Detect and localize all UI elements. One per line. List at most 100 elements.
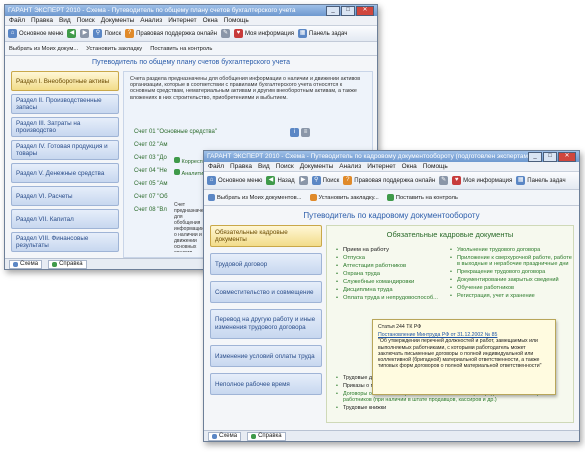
- section-button[interactable]: Обязательные кадровые документы: [210, 225, 322, 247]
- front-guide-title: Путеводитель по кадровому документооборо…: [303, 211, 480, 220]
- menu-file[interactable]: Файл: [208, 163, 224, 170]
- home-icon: ⌂: [8, 29, 17, 38]
- menu-view[interactable]: Вид: [258, 163, 270, 170]
- maximize-button[interactable]: □: [543, 151, 557, 162]
- info-icon[interactable]: i: [290, 128, 299, 137]
- doc-link[interactable]: Аттестация работников: [336, 262, 443, 270]
- docs-icon[interactable]: ≡: [301, 128, 310, 137]
- tooltip-head: Статья 244 ТК РФ: [378, 324, 422, 330]
- section-button[interactable]: Раздел II. Производственные запасы: [11, 94, 119, 114]
- my-info-button[interactable]: ♥ Моя информация: [233, 29, 294, 38]
- forward-button[interactable]: ▶: [298, 176, 308, 185]
- main-menu-button[interactable]: ⌂ Основное меню: [207, 176, 262, 185]
- search-icon: ⚲: [311, 176, 321, 185]
- back-title-bar[interactable]: ГАРАНТ ЭКСПЕРТ 2010 - Схема - Путеводите…: [5, 5, 377, 16]
- doc-link[interactable]: Прием на работу: [336, 246, 443, 254]
- back-button[interactable]: ◀: [67, 29, 77, 38]
- doc-link[interactable]: Служебные командировки: [336, 278, 443, 286]
- folder-icon: [208, 194, 215, 201]
- panel-icon: ▦: [298, 29, 308, 38]
- section-button[interactable]: Перевод на другую работу и иные изменени…: [210, 309, 322, 339]
- section-button[interactable]: Изменение условий оплаты труда: [210, 345, 322, 367]
- set-bookmark-button[interactable]: Установить закладку: [86, 46, 142, 52]
- minimize-button[interactable]: _: [528, 151, 542, 162]
- doc-link[interactable]: Трудовые книжки: [336, 404, 573, 412]
- reference-icon: [251, 433, 257, 439]
- choose-docs-button[interactable]: Выбрать из Моих докум...: [9, 46, 78, 52]
- menu-file[interactable]: Файл: [9, 17, 25, 24]
- section-button[interactable]: Раздел IV. Готовая продукция и товары: [11, 140, 119, 160]
- menu-internet[interactable]: Интернет: [367, 163, 395, 170]
- menu-help[interactable]: Помощь: [423, 163, 448, 170]
- doc-link[interactable]: Дисциплина труда: [336, 286, 443, 294]
- doc-link[interactable]: Увольнение трудового договора: [450, 246, 573, 254]
- section-button[interactable]: Раздел VI. Расчеты: [11, 186, 119, 206]
- menu-windows[interactable]: Окна: [203, 17, 218, 24]
- menu-help[interactable]: Помощь: [224, 17, 249, 24]
- front-status-bar: Схема Справка: [204, 430, 579, 441]
- tab-reference[interactable]: Справка: [48, 259, 87, 269]
- scheme-icon: [212, 433, 217, 439]
- tooltip-body: "Об утверждении перечней должностей и ра…: [378, 338, 542, 370]
- back-toolbar-secondary: Выбрать из Моих докум... Установить закл…: [5, 42, 377, 56]
- doc-link[interactable]: Отпуска: [336, 254, 443, 262]
- menu-edit[interactable]: Правка: [31, 17, 53, 24]
- put-control-button[interactable]: Поставить на контроль: [150, 46, 212, 52]
- close-button[interactable]: ✕: [356, 5, 374, 16]
- menu-edit[interactable]: Правка: [230, 163, 252, 170]
- panel-button[interactable]: ▦ Панель задач: [298, 29, 347, 38]
- back-menu-bar: Файл Правка Вид Поиск Документы Анализ И…: [5, 16, 377, 26]
- back-button[interactable]: ◀ Назад: [266, 176, 295, 185]
- tab-scheme[interactable]: Схема: [208, 431, 242, 441]
- doc-link[interactable]: Документирование закрытых сведений: [450, 276, 573, 284]
- my-info-button[interactable]: ♥ Моя информация: [452, 176, 512, 185]
- section-button[interactable]: Совместительство и совмещение: [210, 281, 322, 303]
- tools-button[interactable]: ✎: [220, 29, 230, 38]
- search-button[interactable]: ⚲ Поиск: [93, 29, 121, 38]
- doc-link[interactable]: Оплата труда и непрудовоспособ...: [336, 294, 443, 302]
- menu-search[interactable]: Поиск: [77, 17, 95, 24]
- back-section-list: Раздел I. Внеоборотные активы Раздел II.…: [11, 71, 119, 255]
- menu-analysis[interactable]: Анализ: [140, 17, 162, 24]
- doc-link[interactable]: Приложение к сверхурочной работе, работе…: [450, 254, 573, 268]
- doc-link[interactable]: Прекращение трудового договора: [450, 268, 573, 276]
- panel-button[interactable]: ▦ Панель задач: [516, 176, 566, 185]
- front-toolbar-secondary: Выбрать из Моих документов... Установить…: [204, 190, 579, 206]
- account-link[interactable]: Счет 01 "Основные средства": [134, 126, 217, 139]
- menu-documents[interactable]: Документы: [300, 163, 334, 170]
- menu-view[interactable]: Вид: [59, 17, 71, 24]
- doc-link[interactable]: Обучение работников: [450, 284, 573, 292]
- section-button[interactable]: Трудовой договор: [210, 253, 322, 275]
- tab-scheme[interactable]: Схема: [9, 259, 43, 269]
- section-button[interactable]: Раздел I. Внеоборотные активы: [11, 71, 119, 91]
- menu-analysis[interactable]: Анализ: [339, 163, 361, 170]
- set-bookmark-button[interactable]: Установить закладку...: [309, 194, 379, 201]
- maximize-button[interactable]: □: [341, 5, 355, 16]
- forward-button[interactable]: ▶: [80, 29, 90, 38]
- heart-icon: ♥: [233, 29, 243, 38]
- tools-button[interactable]: ✎: [439, 176, 449, 185]
- menu-windows[interactable]: Окна: [402, 163, 417, 170]
- main-menu-button[interactable]: ⌂ Основное меню: [8, 29, 63, 38]
- search-button[interactable]: ⚲ Поиск: [311, 176, 339, 185]
- menu-search[interactable]: Поиск: [276, 163, 294, 170]
- doc-link[interactable]: Охрана труда: [336, 270, 443, 278]
- section-button[interactable]: Неполное рабочее время: [210, 373, 322, 395]
- close-button[interactable]: ✕: [558, 151, 576, 162]
- front-toolbar: ⌂ Основное меню ◀ Назад ▶ ⚲ Поиск ? Правовая…: [204, 172, 579, 190]
- legal-support-button[interactable]: ? Правовая поддержка онлайн: [125, 29, 217, 38]
- tooltip-popup: Статья 244 ТК РФ Постановление Минтруда …: [372, 319, 556, 395]
- menu-documents[interactable]: Документы: [101, 17, 135, 24]
- choose-docs-button[interactable]: Выбрать из Моих документов...: [208, 194, 302, 201]
- legal-support-button[interactable]: ? Правовая поддержка онлайн: [343, 176, 435, 185]
- doc-link[interactable]: Регистрация, учет и хранение: [450, 292, 573, 300]
- section-button[interactable]: Раздел V. Денежные средства: [11, 163, 119, 183]
- front-title-bar[interactable]: ГАРАНТ ЭКСПЕРТ 2010 - Схема - Путеводите…: [204, 151, 579, 162]
- put-control-button[interactable]: Поставить на контроль: [386, 194, 458, 201]
- section-button[interactable]: Раздел III. Затраты на производство: [11, 117, 119, 137]
- tab-reference[interactable]: Справка: [247, 431, 286, 441]
- menu-internet[interactable]: Интернет: [168, 17, 196, 24]
- section-button[interactable]: Раздел VII. Капитал: [11, 209, 119, 229]
- minimize-button[interactable]: _: [326, 5, 340, 16]
- section-button[interactable]: Раздел VIII. Финансовые результаты: [11, 232, 119, 252]
